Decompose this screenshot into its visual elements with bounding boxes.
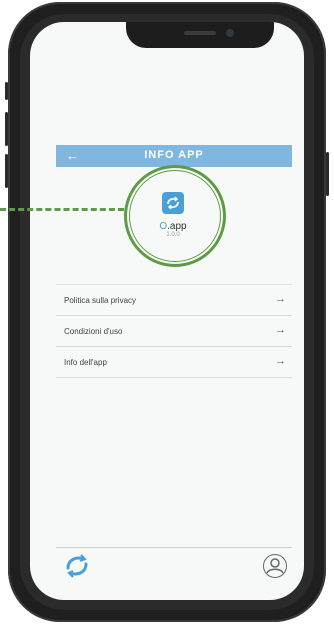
footer-divider bbox=[56, 547, 292, 548]
app-logo-icon bbox=[66, 554, 88, 578]
notch bbox=[126, 22, 274, 48]
power-button bbox=[326, 152, 329, 196]
title-bar: ← INFO APP bbox=[56, 145, 292, 167]
app-screen: ← INFO APP O.app 1.0.0 Politica sulla pr… bbox=[30, 22, 304, 600]
menu-item-privacy[interactable]: Politica sulla privacy → bbox=[56, 284, 292, 316]
home-logo-button[interactable] bbox=[64, 552, 90, 580]
menu-item-label: Info dell'app bbox=[64, 358, 107, 367]
menu-item-label: Condizioni d'uso bbox=[64, 327, 123, 336]
callout-highlight-inner-ring bbox=[129, 170, 221, 262]
profile-button[interactable] bbox=[263, 554, 287, 578]
mute-switch bbox=[5, 82, 8, 100]
arrow-right-icon: → bbox=[275, 324, 286, 336]
arrow-right-icon: → bbox=[275, 293, 286, 305]
menu-item-app-info[interactable]: Info dell'app → bbox=[56, 347, 292, 378]
arrow-right-icon: → bbox=[275, 355, 286, 367]
volume-down-button bbox=[5, 154, 8, 188]
volume-up-button bbox=[5, 112, 8, 146]
front-camera bbox=[226, 29, 234, 37]
callout-dashed-line bbox=[0, 208, 124, 211]
speaker bbox=[184, 31, 216, 35]
info-menu: Politica sulla privacy → Condizioni d'us… bbox=[56, 284, 292, 378]
profile-icon bbox=[266, 558, 284, 574]
page-title: INFO APP bbox=[144, 149, 204, 161]
menu-item-label: Politica sulla privacy bbox=[64, 296, 137, 305]
menu-item-terms[interactable]: Condizioni d'uso → bbox=[56, 316, 292, 347]
